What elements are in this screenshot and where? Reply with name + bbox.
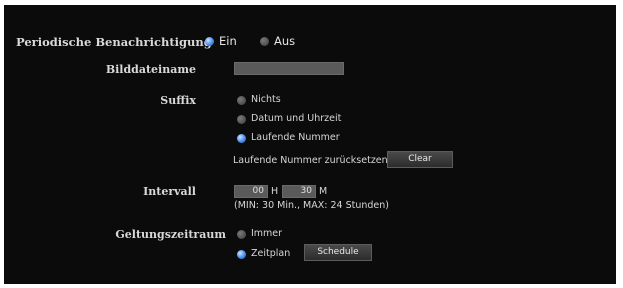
interval-minutes-input[interactable]: 30: [282, 185, 316, 198]
suffix-datetime-radio[interactable]: [237, 115, 246, 124]
validity-always-radio[interactable]: [237, 230, 246, 239]
validity-schedule-label[interactable]: Zeitplan: [251, 248, 290, 259]
validity-always-label[interactable]: Immer: [251, 228, 282, 239]
suffix-datetime-label[interactable]: Datum und Uhrzeit: [251, 113, 341, 124]
interval-hours-input[interactable]: 00: [234, 185, 268, 198]
periodic-notification-label: Periodische Benachrichtigung: [16, 35, 212, 49]
suffix-none-radio[interactable]: [237, 96, 246, 105]
clear-button[interactable]: Clear: [387, 151, 453, 168]
notification-off-radio[interactable]: [260, 37, 269, 46]
notification-on-label[interactable]: Ein: [219, 34, 237, 48]
schedule-button[interactable]: Schedule: [304, 244, 372, 261]
suffix-sequence-label[interactable]: Laufende Nummer: [251, 132, 340, 143]
suffix-none-label[interactable]: Nichts: [251, 94, 281, 105]
interval-label: Intervall: [143, 185, 196, 198]
image-filename-label: Bilddateiname: [105, 63, 196, 76]
interval-hint: (MIN: 30 Min., MAX: 24 Stunden): [234, 200, 389, 211]
hours-unit: H: [271, 186, 279, 197]
image-filename-input[interactable]: [234, 62, 344, 75]
validity-schedule-radio[interactable]: [237, 250, 246, 259]
notification-on-radio[interactable]: [205, 37, 214, 46]
suffix-sequence-radio[interactable]: [237, 134, 246, 143]
validity-label: Geltungszeitraum: [115, 228, 226, 241]
sequence-reset-label: Laufende Nummer zurücksetzen: [233, 155, 388, 166]
suffix-label: Suffix: [160, 94, 196, 107]
settings-panel: Periodische Benachrichtigung Ein Aus Bil…: [4, 5, 616, 284]
notification-off-label[interactable]: Aus: [274, 34, 295, 48]
minutes-unit: M: [319, 186, 328, 197]
